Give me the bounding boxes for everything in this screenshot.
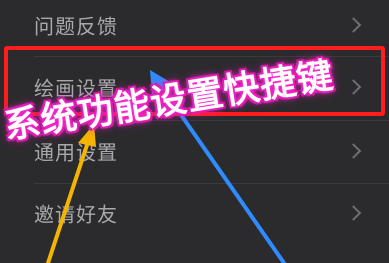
menu-item-label: 问题反馈 [34,14,118,39]
settings-screen: 问题反馈 绘画设置 通用设置 邀请好友 系统功能设置快捷键 [0,0,389,263]
chevron-right-icon [345,205,362,221]
menu-item-invite-friends[interactable]: 邀请好友 [0,182,389,244]
chevron-right-icon [345,143,362,159]
menu-item-label: 邀请好友 [34,202,118,227]
